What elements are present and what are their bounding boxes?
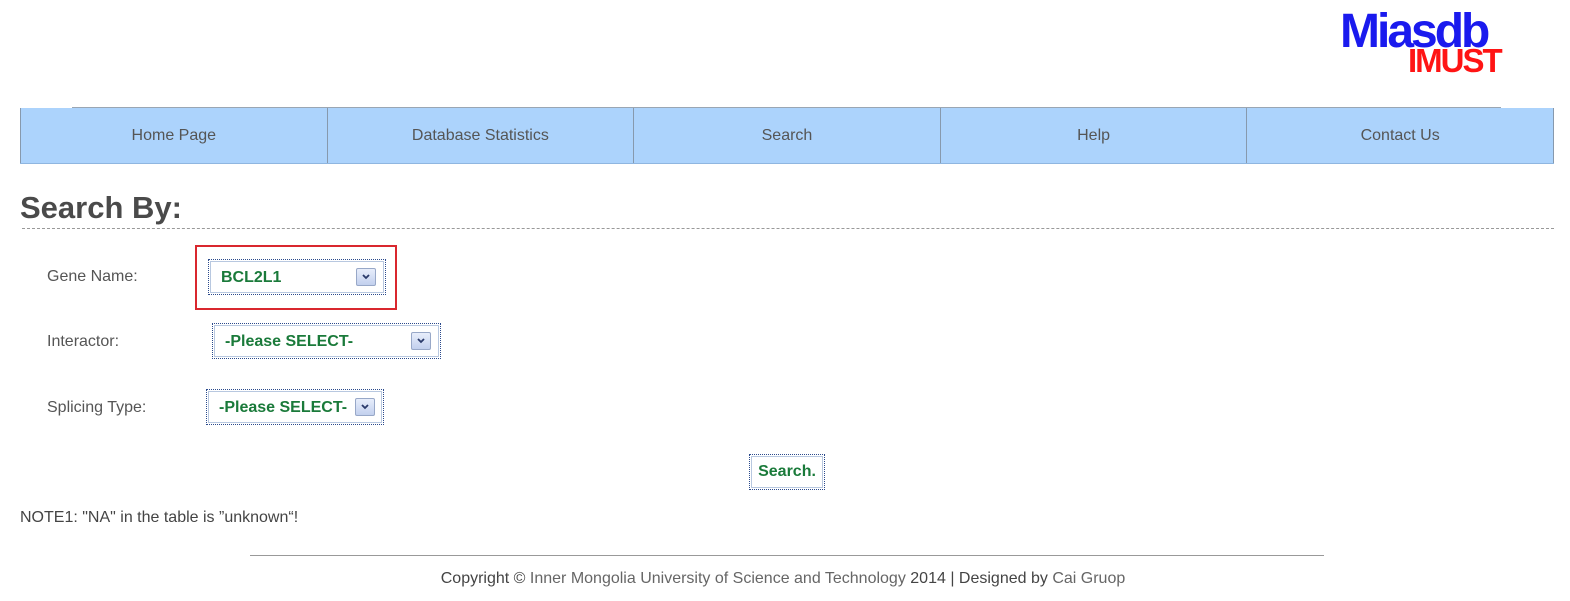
logo-sub-text: IMUST — [1408, 42, 1503, 79]
interactor-value: -Please SELECT- — [225, 333, 354, 350]
nav-item-database-statistics[interactable]: Database Statistics — [326, 108, 634, 163]
gene-name-value: BCL2L1 — [221, 269, 282, 286]
footer-divider — [250, 555, 1324, 556]
splicing-type-label: Splicing Type: — [47, 399, 147, 416]
splicing-type-select[interactable]: -Please SELECT- — [206, 389, 384, 425]
footer-university-link[interactable]: Inner Mongolia University of Science and… — [530, 570, 906, 587]
site-logo[interactable]: Miasdb IMUST — [1338, 8, 1508, 80]
nav-item-search[interactable]: Search — [633, 108, 940, 163]
title-divider — [22, 228, 1554, 229]
nav-item-contact-us[interactable]: Contact Us — [1246, 108, 1554, 163]
nav-item-home-page[interactable]: Home Page — [20, 108, 327, 163]
footer-copyright-prefix: Copyright © — [440, 570, 530, 587]
note-text: NOTE1: "NA" in the table is ”unknown“! — [20, 509, 299, 526]
splicing-type-value: -Please SELECT- — [219, 399, 348, 416]
footer-middle-text: 2014 | Designed by — [905, 570, 1053, 587]
footer: Copyright © Inner Mongolia University of… — [0, 570, 1568, 588]
gene-name-select[interactable]: BCL2L1 — [208, 259, 386, 295]
footer-group-link[interactable]: Cai Gruop — [1052, 570, 1125, 587]
main-nav: Home Page Database Statistics Search Hel… — [20, 108, 1554, 164]
interactor-label: Interactor: — [47, 333, 120, 350]
search-button[interactable]: Search. — [749, 454, 825, 490]
interactor-select[interactable]: -Please SELECT- — [212, 323, 441, 359]
nav-item-help[interactable]: Help — [939, 108, 1247, 163]
page-title: Search By: — [20, 190, 182, 225]
gene-name-label: Gene Name: — [47, 268, 138, 285]
chevron-down-icon[interactable] — [355, 398, 375, 416]
chevron-down-icon[interactable] — [411, 332, 431, 350]
chevron-down-icon[interactable] — [356, 268, 376, 286]
